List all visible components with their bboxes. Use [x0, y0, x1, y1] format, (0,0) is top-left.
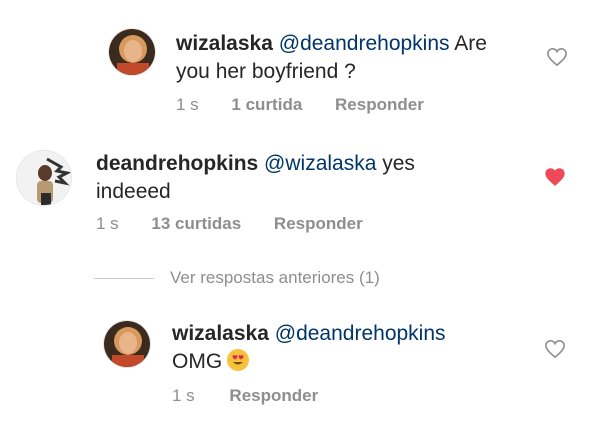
liked-heart-icon[interactable]	[544, 167, 566, 187]
heart-eyes-emoji-icon	[227, 349, 250, 371]
view-replies-label: Ver respostas anteriores (1)	[170, 268, 380, 287]
comment-text: OMG	[172, 350, 223, 373]
mention-link[interactable]: @deandrehopkins	[279, 32, 450, 55]
divider	[94, 277, 154, 279]
comment-username[interactable]: wizalaska	[176, 32, 273, 55]
like-heart-icon[interactable]	[544, 339, 566, 359]
comment-text: you her boyfriend ?	[176, 60, 356, 83]
reply-button[interactable]: Responder	[335, 95, 424, 115]
profile-photo-woman-icon	[104, 321, 150, 367]
reply-button[interactable]: Responder	[229, 386, 318, 406]
like-heart-icon[interactable]	[546, 47, 568, 67]
profile-photo-man-icon	[17, 151, 71, 205]
mention-link[interactable]: @deandrehopkins	[275, 322, 446, 345]
reply-button[interactable]: Responder	[274, 214, 363, 234]
comment-username[interactable]: deandrehopkins	[96, 152, 258, 175]
comment-text: yes	[376, 152, 415, 175]
comment-time: 1 s	[176, 95, 199, 114]
comment-text: indeeed	[96, 180, 171, 203]
avatar[interactable]	[103, 320, 151, 368]
avatar[interactable]	[16, 150, 72, 206]
likes-count[interactable]: 1 curtida	[231, 95, 302, 115]
comment-text: Are	[449, 32, 487, 55]
comment-username[interactable]: wizalaska	[172, 322, 269, 345]
profile-photo-woman-icon	[109, 29, 155, 75]
mention-link[interactable]: @wizalaska	[264, 152, 376, 175]
avatar[interactable]	[108, 28, 156, 76]
likes-count[interactable]: 13 curtidas	[151, 214, 241, 234]
comment-time: 1 s	[172, 386, 195, 405]
comment-time: 1 s	[96, 214, 119, 233]
view-replies-button[interactable]: Ver respostas anteriores (1)	[94, 266, 380, 290]
